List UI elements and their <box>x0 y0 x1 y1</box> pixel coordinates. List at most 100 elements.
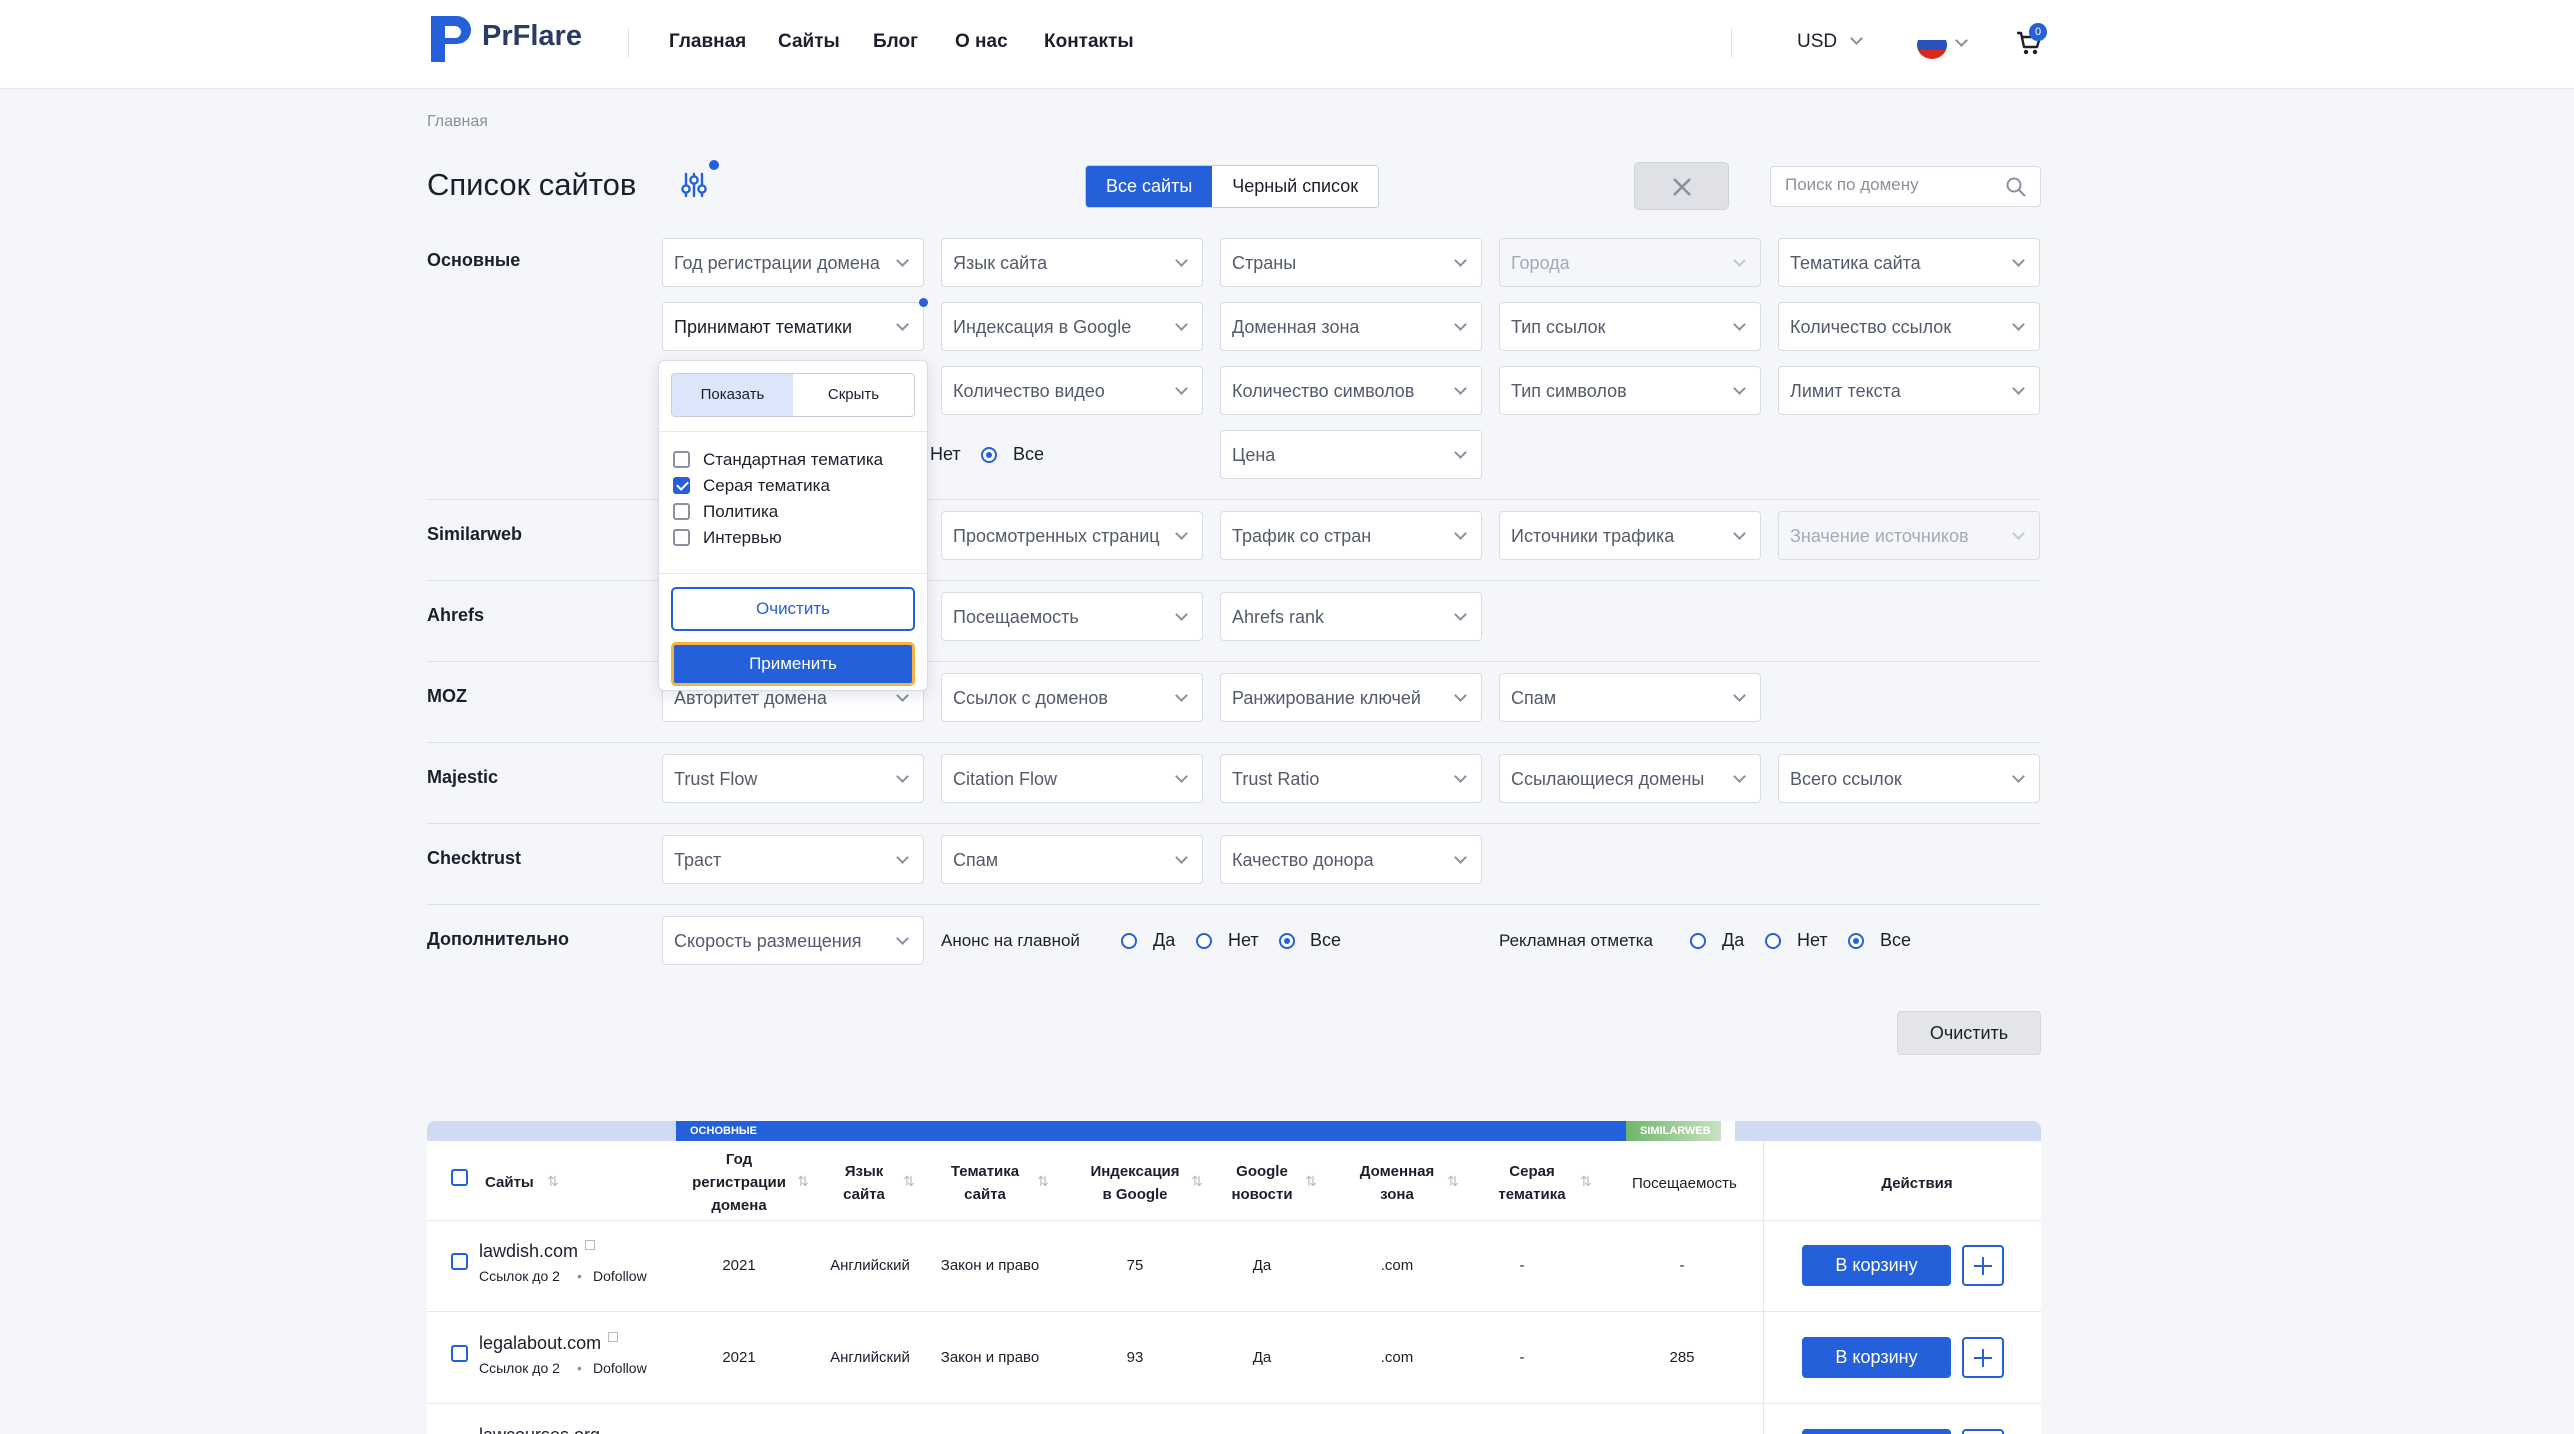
chevron-down-icon <box>1454 608 1467 621</box>
add-to-cart-button[interactable]: В корзину <box>1802 1337 1951 1378</box>
sort-icon[interactable]: ⇅ <box>547 1173 565 1189</box>
filter-ref-domains[interactable]: Ссылающиеся домены <box>1499 754 1761 803</box>
filter-trust-ratio[interactable]: Trust Ratio <box>1220 754 1482 803</box>
ad-radio-all[interactable] <box>1848 933 1864 949</box>
filter-topic[interactable]: Тематика сайта <box>1778 238 2040 287</box>
announce-radio-no[interactable] <box>1196 933 1212 949</box>
russia-flag-icon[interactable] <box>1917 31 1947 59</box>
filter-trust-flow[interactable]: Trust Flow <box>662 754 924 803</box>
filter-countries[interactable]: Страны <box>1220 238 1482 287</box>
filter-traffic-sources[interactable]: Источники трафика <box>1499 511 1761 560</box>
tab-all-sites[interactable]: Все сайты <box>1086 166 1213 207</box>
prflare-logo-icon[interactable] <box>427 12 473 66</box>
add-button[interactable] <box>1962 1429 2004 1434</box>
filter-country-traffic[interactable]: Трафик со стран <box>1220 511 1482 560</box>
filter-accept-topics[interactable]: Принимают тематики <box>662 302 924 351</box>
filter-pages-viewed[interactable]: Просмотренных страниц <box>941 511 1203 560</box>
sort-icon[interactable]: ⇅ <box>1037 1173 1055 1189</box>
filter-char-count[interactable]: Количество символов <box>1220 366 1482 415</box>
filter-keyword-ranking[interactable]: Ранжирование ключей <box>1220 673 1482 722</box>
chevron-down-icon <box>1175 382 1188 395</box>
filter-language[interactable]: Язык сайта <box>941 238 1203 287</box>
header-line: Тематика <box>950 1163 1020 1180</box>
filter-donor-quality[interactable]: Качество донора <box>1220 835 1482 884</box>
col-reg-year[interactable]: Год регистрации домена <box>679 1148 799 1217</box>
search-icon[interactable] <box>2006 177 2026 197</box>
sort-icon[interactable]: ⇅ <box>903 1173 921 1189</box>
popover-apply-button[interactable]: Применить <box>671 642 915 686</box>
popover-clear-button[interactable]: Очистить <box>671 587 915 631</box>
chevron-down-icon <box>1175 851 1188 864</box>
reset-filters-button[interactable] <box>1634 162 1729 210</box>
tab-blacklist[interactable]: Черный список <box>1212 166 1379 207</box>
filter-ct-spam[interactable]: Спам <box>941 835 1203 884</box>
currency-select[interactable]: USD <box>1797 31 1864 53</box>
external-link-icon[interactable] <box>585 1240 595 1250</box>
checkbox-politics[interactable] <box>673 503 690 520</box>
col-topic[interactable]: Тематика сайта <box>935 1160 1035 1206</box>
nav-about[interactable]: О нас <box>955 31 1008 53</box>
add-to-cart-button[interactable]: В корзину <box>1802 1429 1951 1434</box>
domain-search-input[interactable] <box>1785 175 1995 195</box>
col-google-index[interactable]: Индексация в Google <box>1075 1160 1195 1206</box>
logo-text[interactable]: PrFlare <box>482 20 582 53</box>
filter-link-type[interactable]: Тип ссылок <box>1499 302 1761 351</box>
external-link-icon[interactable] <box>608 1332 618 1342</box>
nav-contacts[interactable]: Контакты <box>1044 31 1134 53</box>
filter-ahrefs-rank[interactable]: Ahrefs rank <box>1220 592 1482 641</box>
col-sites[interactable]: Сайты <box>485 1171 534 1194</box>
filter-price[interactable]: Цена <box>1220 430 1482 479</box>
select-all-checkbox[interactable] <box>451 1169 468 1186</box>
filter-trust[interactable]: Траст <box>662 835 924 884</box>
filter-attendance[interactable]: Посещаемость <box>941 592 1203 641</box>
add-to-cart-button[interactable]: В корзину <box>1802 1245 1951 1286</box>
site-link[interactable]: legalabout.com <box>479 1333 601 1354</box>
filter-citation-flow[interactable]: Citation Flow <box>941 754 1203 803</box>
site-link[interactable]: lawdish.com <box>479 1241 578 1262</box>
filter-reg-year[interactable]: Год регистрации домена <box>662 238 924 287</box>
ad-radio-yes[interactable] <box>1690 933 1706 949</box>
nav-blog[interactable]: Блог <box>873 31 918 53</box>
breadcrumb[interactable]: Главная <box>427 113 488 131</box>
chevron-down-icon[interactable] <box>1955 34 1968 47</box>
col-grey-topic[interactable]: Серая тематика <box>1492 1160 1572 1206</box>
add-button[interactable] <box>1962 1337 2004 1378</box>
sort-icon[interactable]: ⇅ <box>1580 1173 1598 1189</box>
announce-radio-yes[interactable] <box>1121 933 1137 949</box>
sort-icon[interactable]: ⇅ <box>797 1173 815 1189</box>
filter-placement-speed[interactable]: Скорость размещения <box>662 916 924 965</box>
filter-google-index[interactable]: Индексация в Google <box>941 302 1203 351</box>
filter-char-type[interactable]: Тип символов <box>1499 366 1761 415</box>
col-language[interactable]: Язык сайта <box>829 1160 899 1206</box>
filter-links-from-domains[interactable]: Ссылок с доменов <box>941 673 1203 722</box>
filter-domain-zone[interactable]: Доменная зона <box>1220 302 1482 351</box>
row-checkbox[interactable] <box>451 1253 468 1270</box>
checkbox-standard-topic[interactable] <box>673 451 690 468</box>
sort-icon[interactable]: ⇅ <box>1447 1173 1465 1189</box>
filter-settings-icon[interactable] <box>680 171 708 199</box>
filter-video-count[interactable]: Количество видео <box>941 366 1203 415</box>
col-google-news[interactable]: Google новости <box>1227 1160 1297 1206</box>
radio-all[interactable] <box>981 447 997 463</box>
site-link[interactable]: lawcourses.org <box>479 1425 600 1434</box>
tab-hide[interactable]: Скрыть <box>793 374 914 416</box>
filter-link-count[interactable]: Количество ссылок <box>1778 302 2040 351</box>
row-checkbox[interactable] <box>451 1345 468 1362</box>
col-attendance[interactable]: Посещаемость <box>1632 1172 1737 1195</box>
sort-icon[interactable]: ⇅ <box>1191 1173 1209 1189</box>
checkbox-interview[interactable] <box>673 529 690 546</box>
announce-radio-all[interactable] <box>1279 933 1295 949</box>
nav-home[interactable]: Главная <box>669 31 746 53</box>
col-domain-zone[interactable]: Доменная зона <box>1352 1160 1442 1206</box>
clear-filters-button[interactable]: Очистить <box>1897 1011 2041 1055</box>
checkbox-grey-topic[interactable] <box>673 477 690 494</box>
filter-text-limit[interactable]: Лимит текста <box>1778 366 2040 415</box>
filter-total-links[interactable]: Всего ссылок <box>1778 754 2040 803</box>
sort-icon[interactable]: ⇅ <box>1305 1173 1323 1189</box>
filter-moz-spam[interactable]: Спам <box>1499 673 1761 722</box>
add-button[interactable] <box>1962 1245 2004 1286</box>
ad-radio-no[interactable] <box>1765 933 1781 949</box>
site-list-toggle: Все сайты Черный список <box>1085 165 1380 208</box>
nav-sites[interactable]: Сайты <box>778 31 840 53</box>
tab-show[interactable]: Показать <box>672 374 793 416</box>
